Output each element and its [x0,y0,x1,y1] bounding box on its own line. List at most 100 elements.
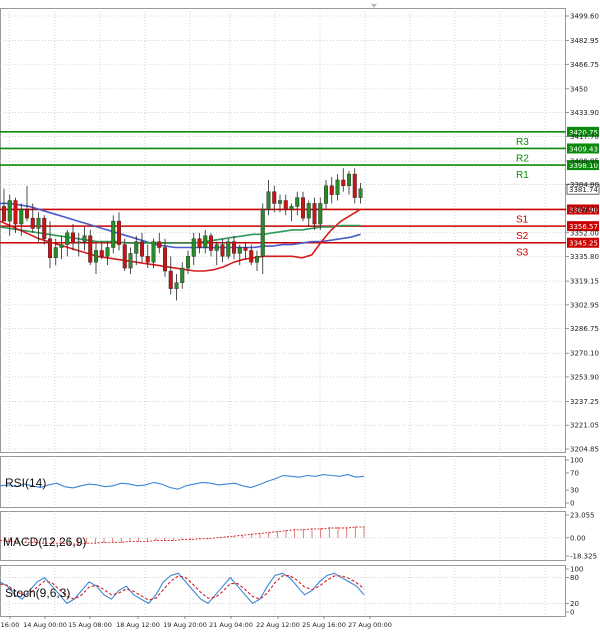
candle-body [122,244,127,269]
candle-body [174,282,179,289]
candle-body [254,256,259,263]
price-tick-label: 3499.60 [570,13,599,21]
scroll-marker-icon [371,4,377,8]
price-tick-label: 3221.05 [570,422,599,430]
candle-body [30,217,35,229]
candle-body [19,209,24,225]
candle-body [59,244,64,248]
level-price-label: 3345.25 [569,240,598,248]
candle-body [318,203,323,225]
candle-body [128,253,133,269]
candle-body [214,244,219,251]
time-tick-label: 27 Aug 00:00 [348,621,392,629]
candle-body [283,200,288,210]
candle-body [324,185,329,204]
price-tick-label: 3335.80 [570,253,599,261]
candle-body [335,179,340,195]
candle-body [272,191,277,204]
price-tick-label: 3400.95 [570,157,599,165]
price-tick-label: 3237.25 [570,398,599,406]
candle-body [105,247,110,257]
price-tick-label: 3417.70 [570,133,599,141]
level-name-s3: S3 [516,248,529,259]
candle-body [231,241,236,254]
price-tick-label: 3466.75 [570,61,599,69]
indicator-tick-label: 70 [570,469,579,477]
stoch-label: Stoch(9,6,3) [5,586,70,600]
candle-body [295,197,300,207]
candle-body [13,200,18,225]
level-name-r1: R1 [516,170,529,181]
candle-body [249,250,254,263]
price-tick-label: 3270.10 [570,350,599,358]
level-name-s2: S2 [516,231,529,242]
candle-body [2,206,6,222]
level-name-s1: S1 [516,214,529,225]
candle-body [329,185,334,195]
candle-body [111,220,116,248]
indicator-tick-label: 23.055 [570,512,595,520]
level-name-r2: R2 [516,153,529,164]
price-tick-label: 3253.90 [570,373,599,381]
candle-body [180,267,185,283]
candle-body [36,217,41,229]
candle-body [312,203,317,225]
level-name-r3: R3 [516,137,529,148]
candle-body [226,241,231,257]
candle-body [266,191,271,210]
time-tick-label: 14 Aug 00:00 [23,621,67,629]
macd-label: MACD(12,26,9) [3,535,86,549]
candle-body [76,241,81,244]
price-tick-label: 3319.15 [570,278,599,286]
candle-body [352,173,357,198]
price-tick-label: 3302.95 [570,301,599,309]
price-tick-label: 3450 [570,85,588,93]
candle-body [243,247,248,251]
indicator-tick-label: 30 [570,487,579,495]
level-price-label: 3409.43 [569,145,598,153]
indicator-tick-label: 0 [570,609,574,617]
price-tick-label: 3433.90 [570,109,599,117]
panel-frame [0,456,566,508]
candle-body [358,188,363,198]
candle-body [7,200,12,222]
price-tick-label: 3384.80 [570,181,599,189]
time-tick-label: 19 Aug 20:00 [163,621,207,629]
candle-body [42,217,47,239]
price-tick-label: 3368.05 [570,206,599,214]
time-tick-label: 16:00 [1,621,20,629]
candle-body [145,256,150,263]
candle-body [93,250,98,263]
candle-body [306,203,311,219]
candle-body [48,238,53,259]
candle-body [88,235,93,263]
indicator-tick-label: 20 [570,600,579,608]
candle-body [237,247,242,254]
candle-body [134,241,139,254]
indicator-tick-label: 100 [570,566,583,574]
candle-body [347,173,352,187]
time-tick-label: 21 Aug 04:00 [209,621,253,629]
candle-body [139,241,144,257]
candle-body [168,270,173,289]
candle-body [260,209,265,257]
indicator-tick-label: 0 [570,500,574,508]
panel-frame [0,8,566,453]
time-tick-label: 22 Aug 12:00 [256,621,300,629]
candle-body [185,256,190,269]
candle-body [116,220,121,245]
time-tick-label: 15 Aug 08:00 [68,621,112,629]
time-tick-label: 25 Aug 16:00 [302,621,346,629]
candle-body [82,235,87,242]
price-tick-label: 3204.85 [570,446,599,454]
price-tick-label: 3286.75 [570,325,599,333]
candle-body [53,247,58,259]
rsi-label: RSI(14) [5,476,46,490]
price-tick-label: 3482.95 [570,37,599,45]
candle-body [301,197,306,219]
candle-body [289,206,294,210]
indicator-tick-label: 0.00 [570,534,586,542]
candle-body [278,200,283,204]
candle-body [208,235,213,251]
indicator-tick-label: -18.325 [570,553,597,561]
